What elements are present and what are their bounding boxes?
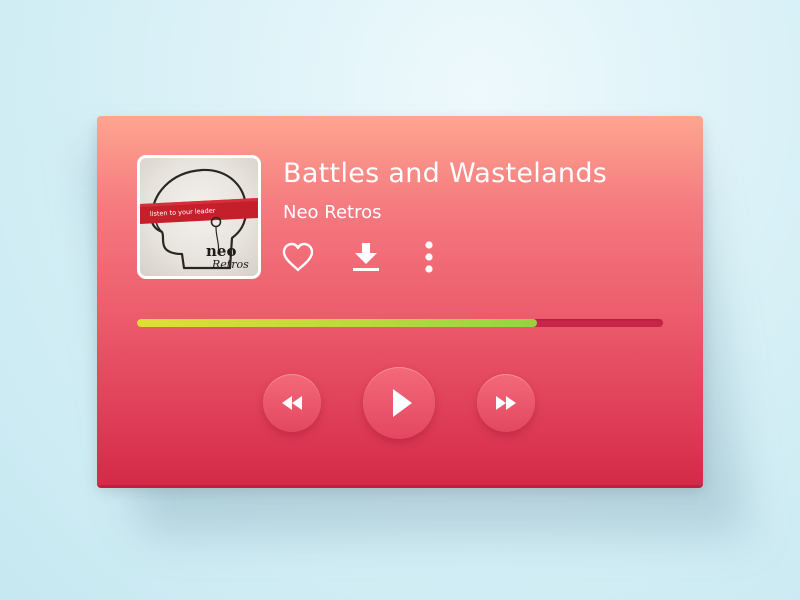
music-player-card: listen to your leader neo Retros Battles… bbox=[97, 116, 703, 485]
track-title: Battles and Wastelands bbox=[283, 158, 608, 189]
play-icon bbox=[392, 389, 412, 417]
like-button[interactable] bbox=[281, 242, 315, 276]
fast-forward-button[interactable] bbox=[477, 374, 535, 432]
download-button[interactable] bbox=[351, 241, 381, 277]
play-button[interactable] bbox=[363, 367, 435, 439]
heart-icon bbox=[282, 242, 314, 272]
album-art: listen to your leader neo Retros bbox=[137, 155, 261, 279]
album-art-illustration: listen to your leader neo Retros bbox=[140, 168, 258, 271]
rewind-icon bbox=[282, 396, 302, 410]
album-art-logo-bottom: Retros bbox=[211, 258, 249, 271]
progress-fill bbox=[137, 319, 537, 327]
track-artist: Neo Retros bbox=[283, 202, 382, 223]
fast-forward-icon bbox=[496, 396, 516, 410]
more-options-button[interactable] bbox=[422, 240, 436, 278]
more-vertical-icon bbox=[425, 241, 433, 273]
rewind-button[interactable] bbox=[263, 374, 321, 432]
progress-bar[interactable] bbox=[137, 319, 663, 327]
download-icon bbox=[353, 243, 379, 271]
